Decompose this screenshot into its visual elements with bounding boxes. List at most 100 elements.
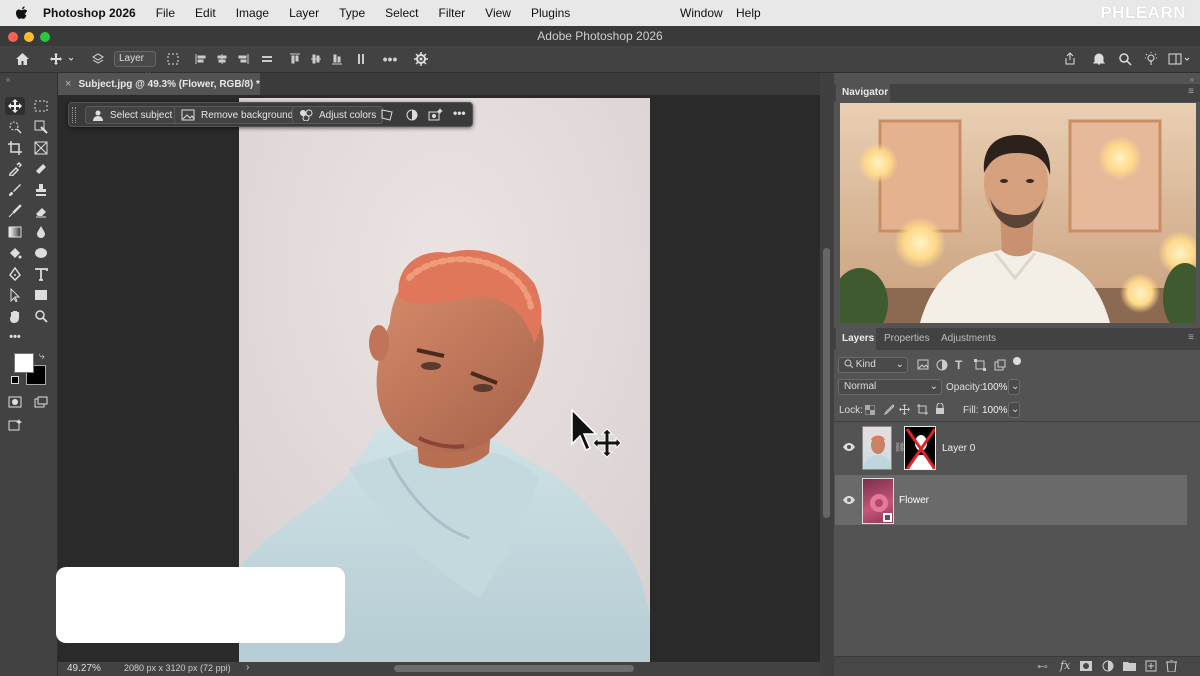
- menu-select[interactable]: Select: [385, 6, 418, 20]
- layer-row-flower[interactable]: Flower: [835, 475, 1187, 525]
- lock-position-icon[interactable]: [899, 404, 910, 418]
- layer-filter-kind-dropdown[interactable]: Kind ⌄: [838, 357, 908, 373]
- vertical-scrollbar[interactable]: [820, 73, 834, 676]
- menu-edit[interactable]: Edit: [195, 6, 216, 20]
- navigator-preview[interactable]: [840, 103, 1196, 323]
- layer-mask-thumbnail[interactable]: [904, 426, 936, 470]
- menu-layer[interactable]: Layer: [289, 6, 319, 20]
- sponge-tool-icon[interactable]: [31, 244, 51, 262]
- select-subject-button[interactable]: Select subject: [85, 106, 180, 124]
- marquee-tool-icon[interactable]: [31, 97, 51, 115]
- notifications-bell-icon[interactable]: [1090, 51, 1108, 67]
- tab-adjustments[interactable]: Adjustments: [941, 328, 996, 350]
- lock-image-pixels-icon[interactable]: [883, 404, 895, 418]
- fx-layer-style-icon[interactable]: fx: [1060, 659, 1070, 672]
- transform-controls-icon[interactable]: [165, 51, 181, 67]
- adjustment-layer-icon[interactable]: [405, 108, 419, 125]
- opacity-value[interactable]: 100%: [982, 382, 1008, 393]
- align-middle-icon[interactable]: [308, 51, 324, 67]
- filter-toggle-icon[interactable]: [1013, 357, 1021, 365]
- delete-layer-trash-icon[interactable]: [1166, 659, 1177, 675]
- link-layers-icon[interactable]: ⊷: [1037, 660, 1048, 673]
- filter-smart-object-icon[interactable]: [994, 359, 1006, 374]
- menu-window[interactable]: Window: [680, 6, 723, 20]
- lock-all-icon[interactable]: [935, 402, 945, 418]
- generative-fill-icon[interactable]: [428, 108, 443, 125]
- collapse-toolbar-icon[interactable]: «: [6, 75, 10, 84]
- pen-tool-icon[interactable]: [5, 265, 25, 283]
- apple-icon[interactable]: [15, 5, 29, 21]
- filter-shape-icon[interactable]: [974, 359, 986, 374]
- remove-background-button[interactable]: Remove background: [174, 106, 301, 124]
- adjust-colors-button[interactable]: Adjust colors: [292, 106, 384, 124]
- filter-pixel-icon[interactable]: [917, 359, 929, 373]
- align-left-icon[interactable]: [193, 51, 209, 67]
- frame-tool-icon[interactable]: [31, 139, 51, 157]
- close-window-button[interactable]: [8, 32, 18, 42]
- rectangle-tool-icon[interactable]: [31, 286, 51, 304]
- menu-plugins[interactable]: Plugins: [531, 6, 570, 20]
- paint-bucket-tool-icon[interactable]: [5, 244, 25, 262]
- distribute-horizontal-icon[interactable]: [259, 51, 275, 67]
- document-size-info[interactable]: 2080 px x 3120 px (72 ppi): [124, 663, 231, 673]
- menu-filter[interactable]: Filter: [438, 6, 465, 20]
- horizontal-scrollbar-thumb[interactable]: [394, 665, 634, 672]
- zoom-window-button[interactable]: [40, 32, 50, 42]
- panel-menu-icon[interactable]: ≡: [1188, 332, 1194, 343]
- menu-help[interactable]: Help: [736, 6, 761, 20]
- align-right-icon[interactable]: [235, 51, 251, 67]
- clone-stamp-tool-icon[interactable]: [31, 181, 51, 199]
- more-options-icon[interactable]: •••: [380, 51, 400, 67]
- home-icon[interactable]: [13, 51, 31, 67]
- object-selection-tool-icon[interactable]: [5, 118, 25, 136]
- eraser-tool-icon[interactable]: [31, 202, 51, 220]
- auto-select-target-dropdown[interactable]: Layer ⌄: [114, 51, 156, 78]
- edit-toolbar-more-icon[interactable]: •••: [5, 328, 25, 346]
- zoom-level[interactable]: 49.27%: [67, 663, 101, 674]
- new-adjustment-layer-icon[interactable]: [1102, 660, 1114, 675]
- gear-icon[interactable]: [412, 51, 430, 67]
- menu-image[interactable]: Image: [236, 6, 269, 20]
- type-tool-icon[interactable]: [31, 265, 51, 283]
- filter-adjustment-icon[interactable]: [936, 359, 948, 374]
- menu-view[interactable]: View: [485, 6, 511, 20]
- document-tab[interactable]: × Subject.jpg @ 49.3% (Flower, RGB/8) *: [58, 73, 260, 95]
- visibility-eye-icon[interactable]: [842, 442, 856, 455]
- panel-menu-icon[interactable]: ≡: [1188, 86, 1194, 97]
- align-center-icon[interactable]: [214, 51, 230, 67]
- minimize-window-button[interactable]: [24, 32, 34, 42]
- crop-tool-icon[interactable]: [5, 139, 25, 157]
- lock-artboard-icon[interactable]: [917, 404, 928, 418]
- quick-mask-icon[interactable]: [5, 393, 25, 411]
- move-tool-preset-icon[interactable]: [46, 51, 76, 67]
- close-tab-icon[interactable]: ×: [65, 78, 71, 90]
- auto-select-icon[interactable]: [90, 51, 106, 67]
- menu-app-name[interactable]: Photoshop 2026: [43, 6, 136, 20]
- default-colors-icon[interactable]: [11, 376, 19, 384]
- vertical-scrollbar-thumb[interactable]: [823, 248, 830, 518]
- filter-type-icon[interactable]: T: [955, 358, 962, 372]
- layer-name[interactable]: Flower: [899, 495, 929, 506]
- status-menu-arrow[interactable]: ›: [246, 662, 249, 673]
- healing-brush-tool-icon[interactable]: [31, 160, 51, 178]
- swap-colors-icon[interactable]: ⤷: [39, 351, 45, 362]
- menu-type[interactable]: Type: [339, 6, 365, 20]
- layer-row-layer-0[interactable]: ⛓ Layer 0: [835, 423, 1187, 473]
- lasso-transform-tool-icon[interactable]: [31, 118, 51, 136]
- gradient-tool-icon[interactable]: [5, 223, 25, 241]
- path-selection-tool-icon[interactable]: [5, 286, 25, 304]
- layer-thumbnail[interactable]: [862, 478, 894, 524]
- hand-tool-icon[interactable]: [5, 307, 25, 325]
- zoom-tool-icon[interactable]: [31, 307, 51, 325]
- workspace-switcher-icon[interactable]: [1166, 51, 1194, 67]
- new-group-folder-icon[interactable]: [1123, 661, 1136, 674]
- brush-tool-icon[interactable]: [5, 181, 25, 199]
- blur-tool-icon[interactable]: [31, 223, 51, 241]
- generative-tools-icon[interactable]: [5, 416, 25, 434]
- screen-mode-icon[interactable]: [31, 393, 51, 411]
- tab-layers[interactable]: Layers: [836, 328, 876, 350]
- tab-properties[interactable]: Properties: [884, 328, 930, 350]
- history-brush-tool-icon[interactable]: [5, 202, 25, 220]
- discover-lightbulb-icon[interactable]: [1142, 51, 1160, 67]
- layer-name[interactable]: Layer 0: [942, 443, 975, 454]
